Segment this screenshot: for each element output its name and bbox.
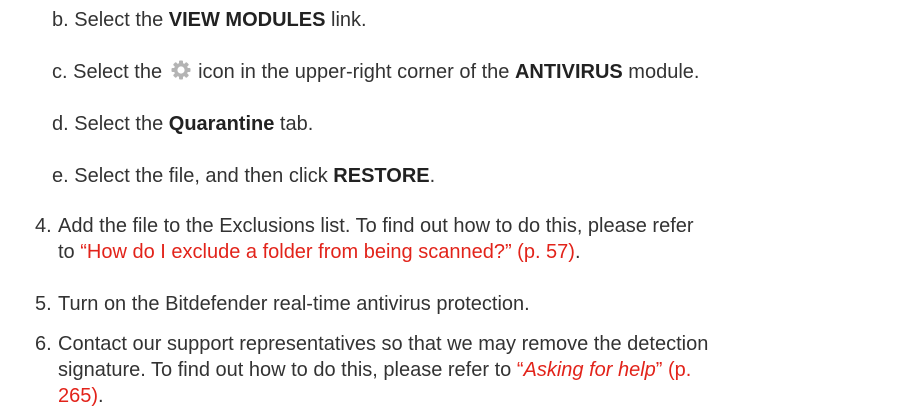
step-b-text: Select the: [74, 9, 164, 31]
step-6-line-3-end: .: [98, 385, 104, 407]
step-6-line-1: Contact our support representatives so t…: [58, 333, 709, 355]
step-d: d. Select the Quarantine tab.: [52, 111, 313, 137]
step-4-line-1: Add the file to the Exclusions list. To …: [58, 215, 694, 237]
step-4-line-2: to “How do I exclude a folder from being…: [58, 239, 581, 265]
step-6-line-3: 265).: [58, 383, 104, 409]
antivirus-label: ANTIVIRUS: [514, 61, 623, 83]
exclude-folder-link[interactable]: “How do I exclude a folder from being sc…: [80, 241, 575, 263]
asking-for-help-title: Asking for help: [523, 359, 656, 381]
step-e-text: Select the file, and then click: [74, 165, 328, 187]
step-c-text-end: module.: [628, 61, 700, 83]
step-6-line-2-text: signature. To find out how to do this, p…: [58, 359, 512, 381]
step-b-text-end: link.: [331, 9, 367, 31]
step-5-marker: 5.: [35, 293, 52, 315]
step-c-text: Select the: [73, 61, 163, 83]
asking-for-help-page-number[interactable]: 265): [58, 385, 98, 407]
step-b-marker: b.: [52, 9, 69, 31]
step-d-text-end: tab.: [279, 113, 314, 135]
step-b: b. Select the VIEW MODULES link.: [52, 7, 367, 33]
step-4-marker: 4.: [35, 215, 52, 237]
view-modules-label: VIEW MODULES: [168, 9, 326, 31]
step-4-line-2-text: to: [58, 241, 75, 263]
step-6-line-2: signature. To find out how to do this, p…: [58, 357, 691, 383]
step-c-marker: c.: [52, 61, 68, 83]
step-c: c. Select the icon in the upper-right co…: [52, 59, 699, 85]
quarantine-label: Quarantine: [168, 113, 275, 135]
step-5-text: Turn on the Bitdefender real-time antivi…: [58, 293, 530, 315]
step-d-text: Select the: [74, 113, 164, 135]
step-e: e. Select the file, and then click RESTO…: [52, 163, 435, 189]
step-c-text-mid: icon in the upper-right corner of the: [198, 61, 510, 83]
asking-for-help-page: ” (p.: [655, 359, 692, 381]
asking-for-help-link[interactable]: “Asking for help” (p.: [517, 359, 692, 381]
step-e-marker: e.: [52, 165, 69, 187]
step-6-marker: 6.: [35, 333, 52, 355]
step-4-line-2-end: .: [574, 241, 581, 263]
step-e-text-end: .: [429, 165, 436, 187]
step-d-marker: d.: [52, 113, 69, 135]
gear-icon: [170, 59, 192, 81]
restore-label: RESTORE: [333, 165, 430, 187]
